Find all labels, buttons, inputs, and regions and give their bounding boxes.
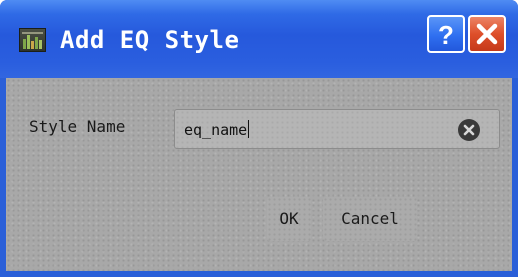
close-button[interactable]	[468, 15, 506, 53]
help-button[interactable]: ?	[427, 15, 465, 53]
style-name-value[interactable]: eq_name	[184, 119, 250, 141]
add-eq-style-dialog: Add EQ Style ? Style Name eq_name OK Can…	[0, 0, 518, 277]
dialog-body	[6, 78, 512, 271]
window-frame-bottom	[0, 271, 518, 277]
close-icon	[476, 23, 498, 45]
equalizer-icon	[19, 28, 46, 52]
clear-text-button[interactable]	[458, 119, 480, 141]
dialog-title: Add EQ Style	[60, 26, 240, 54]
cancel-button[interactable]: Cancel	[323, 197, 417, 241]
text-caret	[248, 120, 250, 138]
style-name-input[interactable]: eq_name	[174, 109, 500, 149]
clear-text-icon	[463, 124, 475, 136]
help-icon: ?	[438, 20, 454, 50]
title-bar[interactable]: Add EQ Style ?	[0, 0, 518, 78]
help-glyph: ?	[438, 20, 454, 50]
style-name-text: eq_name	[184, 121, 248, 139]
style-name-label: Style Name	[29, 117, 126, 136]
ok-button[interactable]: OK	[267, 197, 311, 241]
